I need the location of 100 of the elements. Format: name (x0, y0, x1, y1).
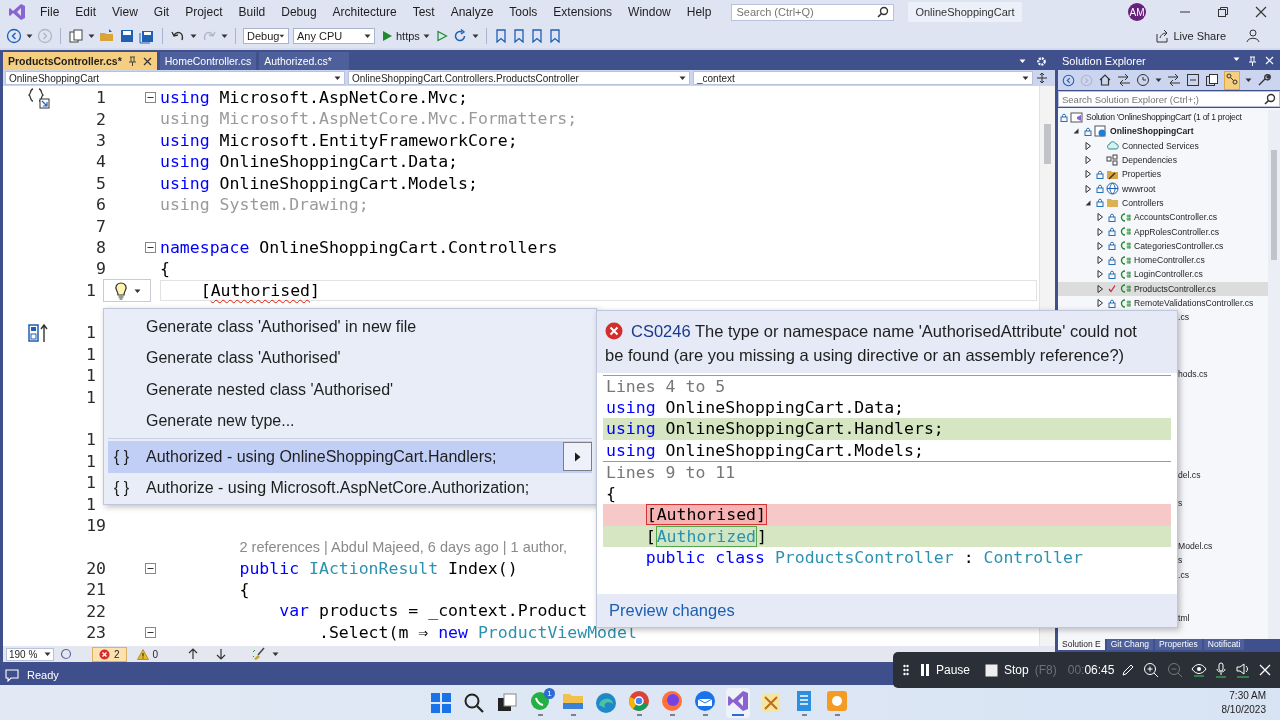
menu-item[interactable]: { } Authorized - using OnlineShoppingCart.Handlers; (108, 441, 592, 473)
tree-item[interactable]: LoginController.cs (1058, 267, 1268, 282)
menu-item[interactable]: Tools (501, 2, 546, 22)
tree-item[interactable]: Properties (1058, 167, 1268, 182)
document-tab[interactable]: Authorized.cs* (259, 52, 350, 70)
code-line: using OnlineShoppingCart.Models; (160, 172, 478, 194)
menu-item[interactable]: File (32, 2, 68, 22)
clock-date[interactable]: 8/10/2023 (1221, 702, 1266, 717)
tree-item[interactable]: RemoteValidationsController.cs (1058, 295, 1268, 311)
tree-item[interactable]: Dependencies (1058, 152, 1268, 168)
menu-item[interactable]: Generate class 'Authorised' in new file (108, 311, 592, 343)
search-field[interactable]: Search Solution Explorer (Ctrl+;) (1058, 91, 1280, 107)
menu-item[interactable]: Analyze (442, 2, 502, 22)
zoom-dropdown[interactable]: 190 % (6, 647, 54, 661)
panel-tab[interactable]: Git Chang (1106, 639, 1154, 650)
code-line: namespace OnlineShoppingCart.Controllers (160, 236, 558, 259)
platform-dropdown[interactable]: Any CPU (293, 28, 375, 44)
tree-item[interactable]: HomeController.cs (1058, 252, 1268, 268)
error-message: CS0246 The type or namespace name 'AuthorisedAttribute' could not be found (are you missing a using directive or an assembly reference?) (605, 321, 1138, 366)
tree-item[interactable]: AppRolesController.cs (1058, 224, 1268, 239)
line-number: 19 (86, 516, 106, 535)
navigation-dropdown[interactable]: _context (693, 71, 1033, 85)
tree-item[interactable]: AccountsController.cs (1058, 210, 1268, 225)
menu-item[interactable]: Generate new type... (108, 405, 592, 437)
code-line: var products = _context.Product (278, 600, 588, 622)
code-line: { (160, 258, 170, 280)
document-tab[interactable]: ProductsController.cs* (3, 52, 157, 70)
warning-count[interactable]: 0 (132, 648, 163, 660)
clock-time[interactable]: 7:30 AM (1221, 688, 1266, 703)
configuration-dropdown[interactable]: Debug (243, 28, 289, 44)
tree-item[interactable]: tml (1178, 612, 1190, 623)
search-input[interactable]: Search (Ctrl+Q) (736, 6, 878, 18)
line-number: 6 (96, 195, 106, 215)
menu-item[interactable]: Git (145, 2, 178, 22)
line-number: 1 (86, 280, 96, 300)
run-button[interactable]: https (379, 30, 432, 42)
tree-item[interactable]: ProductsController.cs (1058, 281, 1268, 296)
menu-item[interactable]: Edit (67, 2, 105, 22)
menu-item[interactable]: Project (177, 2, 231, 22)
menu-item[interactable]: Generate nested class 'Authorised' (108, 374, 592, 406)
panel-tab[interactable]: Notificati (1203, 639, 1245, 650)
tree-item[interactable]: wwwroot (1058, 181, 1268, 196)
panel-tab[interactable]: Solution E (1058, 639, 1105, 650)
line-number: 2 (96, 109, 106, 129)
diff-line: using OnlineShoppingCart.Models; (605, 439, 925, 461)
code-line: using System.Drawing; (160, 193, 369, 216)
tree-item[interactable]: OnlineShoppingCart (1058, 124, 1268, 139)
error-count[interactable]: 2 (92, 646, 127, 662)
line-number: 1 (86, 344, 96, 364)
menu-item[interactable]: Test (404, 2, 443, 22)
line-number: 9 (96, 259, 106, 279)
menu-item[interactable]: Help (678, 2, 720, 22)
solution-name: OnlineShoppingCart (908, 2, 1022, 22)
menu-item[interactable]: { } Authorize - using Microsoft.AspNetCore.Authorization; (108, 472, 592, 504)
navigation-dropdown[interactable]: OnlineShoppingCart.Controllers.ProductsController (348, 71, 690, 85)
line-number: 7 (96, 216, 106, 236)
stop-button[interactable]: Stop (F8) (981, 663, 1061, 677)
menu-item[interactable]: Build (230, 2, 274, 22)
code-line: using Microsoft.EntityFrameworkCore; (160, 129, 518, 152)
line-number: 21 (86, 580, 106, 600)
menu-item[interactable]: Architecture (324, 2, 405, 22)
menu-item[interactable]: Extensions (545, 2, 621, 22)
tree-item[interactable]: s (1178, 555, 1183, 566)
tree-item[interactable]: Connected Services (1058, 138, 1268, 153)
search-field[interactable]: Search (Ctrl+Q) (731, 3, 895, 21)
menu-item[interactable]: View (104, 2, 146, 22)
notification-badge: 1 (544, 687, 555, 699)
tree-item[interactable]: CategoriesController.cs (1058, 238, 1268, 253)
tree-item[interactable]: hods.cs (1178, 369, 1208, 380)
line-number: 8 (96, 237, 106, 257)
line-number: 1 (86, 451, 96, 471)
line-number: 1 (86, 323, 96, 343)
menu-item[interactable]: Generate class 'Authorised' (108, 342, 592, 374)
menu-item[interactable]: Window (620, 2, 679, 22)
tree-item[interactable]: Controllers (1058, 195, 1268, 211)
line-number: 20 (86, 558, 106, 578)
line-number: 1 (86, 494, 96, 514)
avatar[interactable]: AM (1128, 3, 1146, 21)
error-code-link[interactable]: CS0246 (631, 322, 691, 340)
codelens-text[interactable]: 2 references | Abdul Majeed, 6 days ago | 1 author, (239, 539, 568, 556)
tree-item[interactable]: .cs (1178, 312, 1189, 323)
diff-line: public class ProductsController : Controller (644, 547, 1084, 569)
tree-item[interactable]: s (1178, 498, 1183, 509)
pause-button[interactable]: Pause (916, 663, 975, 677)
panel-tab[interactable]: Properties (1155, 639, 1202, 650)
code-line: public IActionResult Index() (238, 557, 518, 579)
tree-item[interactable]: Solution 'OnlineShoppingCart' (1 of 1 project (1058, 110, 1268, 125)
tree-item[interactable]: Model.cs (1178, 541, 1213, 552)
tree-item[interactable]: .cs (1178, 569, 1189, 580)
line-number: 1 (86, 366, 96, 386)
live-share-button[interactable]: Live Share (1151, 27, 1230, 45)
search-input[interactable]: Search Solution Explorer (Ctrl+;) (1062, 93, 1264, 105)
navigation-dropdown[interactable]: OnlineShoppingCart (5, 71, 345, 85)
line-number: 5 (96, 173, 106, 193)
line-number: 1 (86, 430, 96, 450)
line-number: 1 (86, 387, 96, 407)
tree-item[interactable]: del.cs (1178, 469, 1201, 480)
preview-changes-link[interactable]: Preview changes (609, 601, 735, 620)
document-tab[interactable]: HomeController.cs (159, 52, 257, 70)
menu-item[interactable]: Debug (273, 2, 325, 22)
